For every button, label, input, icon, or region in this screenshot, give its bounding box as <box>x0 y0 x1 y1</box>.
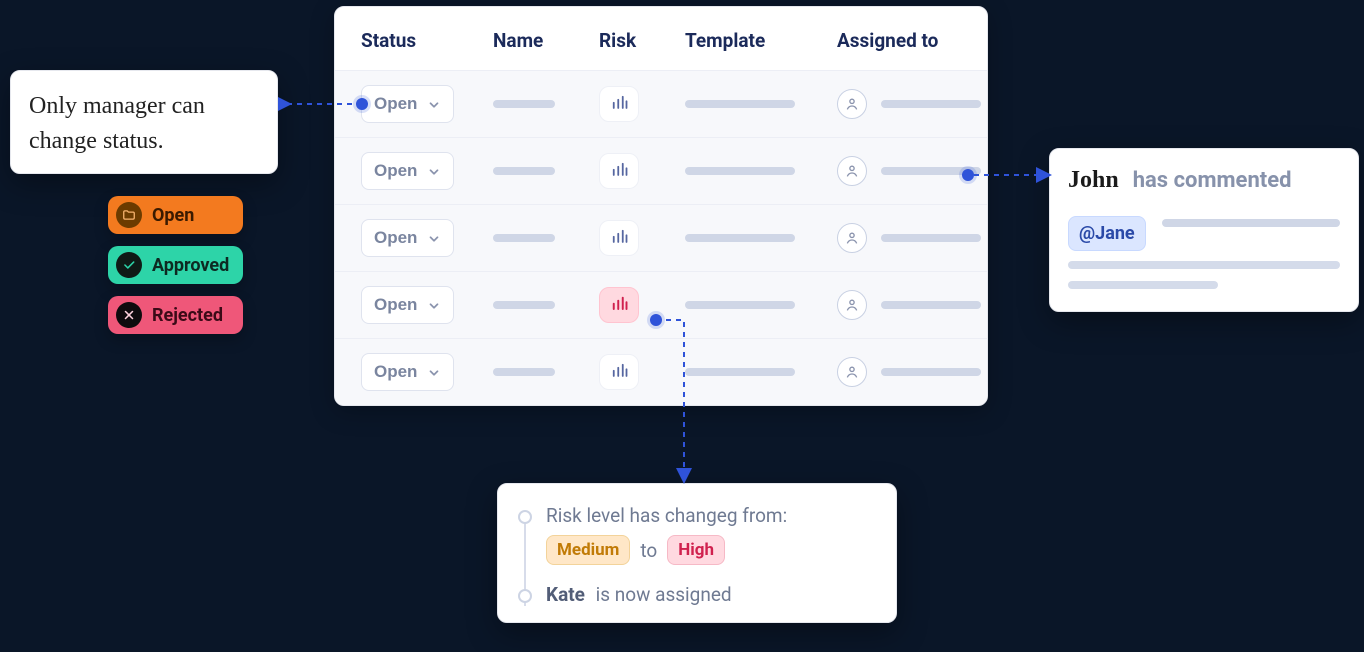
placeholder-text <box>685 167 795 175</box>
timeline-item-risk: Risk level has changeg from: Medium to H… <box>546 504 876 565</box>
col-header-status: Status <box>361 29 493 52</box>
activity-card: Risk level has changeg from: Medium to H… <box>497 483 897 623</box>
bar-chart-icon <box>610 93 628 115</box>
table-header-row: Status Name Risk Template Assigned to <box>335 7 987 70</box>
placeholder-text <box>493 167 555 175</box>
placeholder-text <box>685 234 795 242</box>
annotation-note: Only manager can change status. <box>10 70 278 174</box>
comment-body-placeholder <box>1068 261 1340 289</box>
status-dropdown[interactable]: Open <box>361 286 454 324</box>
check-circle-icon <box>116 252 142 278</box>
status-dropdown[interactable]: Open <box>361 353 454 391</box>
avatar-icon <box>837 357 867 387</box>
col-header-risk: Risk <box>599 29 685 52</box>
chevron-down-icon <box>427 97 441 111</box>
table-body: Open <box>335 70 987 405</box>
placeholder-text <box>1068 261 1340 269</box>
avatar-icon <box>837 223 867 253</box>
comment-card: John has commented @Jane <box>1049 148 1359 312</box>
comment-author: John <box>1068 167 1119 194</box>
col-header-name: Name <box>493 29 599 52</box>
comment-header: John has commented <box>1068 167 1340 194</box>
chip-label: Approved <box>152 255 229 276</box>
activity-risk-text: Risk level has changeg from: <box>546 504 787 527</box>
placeholder-text <box>685 301 795 309</box>
timeline: Risk level has changeg from: Medium to H… <box>518 504 876 606</box>
status-dropdown-label: Open <box>374 228 417 248</box>
placeholder-text <box>881 368 981 376</box>
placeholder-text <box>493 100 555 108</box>
avatar-icon <box>837 89 867 119</box>
status-dropdown-label: Open <box>374 295 417 315</box>
placeholder-text <box>1162 219 1340 227</box>
avatar-icon <box>837 290 867 320</box>
mention-chip[interactable]: @Jane <box>1068 216 1146 251</box>
status-chip-stack: Open Approved Rejected <box>108 196 243 334</box>
risk-badge <box>599 354 639 390</box>
placeholder-text <box>881 167 981 175</box>
risk-badge <box>599 153 639 189</box>
col-header-template: Template <box>685 29 837 52</box>
annotation-text: Only manager can change status. <box>29 93 205 154</box>
bar-chart-icon <box>610 160 628 182</box>
table-row: Open <box>335 70 987 137</box>
activity-risk-sep: to <box>640 539 657 562</box>
risk-badge-high <box>599 287 639 323</box>
timeline-dot-icon <box>518 510 532 524</box>
timeline-dot-icon <box>518 589 532 603</box>
risk-pill-high: High <box>667 535 725 565</box>
close-icon <box>116 302 142 328</box>
placeholder-text <box>493 368 555 376</box>
bar-chart-icon <box>610 294 628 316</box>
placeholder-text <box>493 234 555 242</box>
placeholder-text <box>493 301 555 309</box>
status-dropdown-label: Open <box>374 94 417 114</box>
table-row: Open <box>335 338 987 405</box>
placeholder-text <box>881 234 981 242</box>
table-row: Open <box>335 204 987 271</box>
status-dropdown-label: Open <box>374 161 417 181</box>
placeholder-text <box>685 368 795 376</box>
folder-icon <box>116 202 142 228</box>
table-card: Status Name Risk Template Assigned to Op… <box>334 6 988 406</box>
status-dropdown[interactable]: Open <box>361 219 454 257</box>
risk-badge <box>599 220 639 256</box>
activity-assign-name: Kate <box>546 583 585 606</box>
status-dropdown-label: Open <box>374 362 417 382</box>
bar-chart-icon <box>610 361 628 383</box>
status-chip-approved[interactable]: Approved <box>108 246 243 284</box>
bar-chart-icon <box>610 227 628 249</box>
table-row: Open <box>335 137 987 204</box>
col-header-assigned: Assigned to <box>837 29 988 52</box>
status-dropdown[interactable]: Open <box>361 152 454 190</box>
placeholder-text <box>881 100 981 108</box>
chevron-down-icon <box>427 298 441 312</box>
risk-pill-medium: Medium <box>546 535 630 565</box>
placeholder-text <box>881 301 981 309</box>
chip-label: Open <box>152 205 194 226</box>
status-chip-open[interactable]: Open <box>108 196 243 234</box>
table-row: Open <box>335 271 987 338</box>
chevron-down-icon <box>427 231 441 245</box>
risk-badge <box>599 86 639 122</box>
placeholder-text <box>685 100 795 108</box>
activity-assign-rest: is now assigned <box>596 583 732 606</box>
avatar-icon <box>837 156 867 186</box>
status-dropdown[interactable]: Open <box>361 85 454 123</box>
timeline-item-assign: Kate is now assigned <box>546 583 876 606</box>
chip-label: Rejected <box>152 305 223 326</box>
status-chip-rejected[interactable]: Rejected <box>108 296 243 334</box>
comment-verb: has commented <box>1133 168 1292 193</box>
chevron-down-icon <box>427 365 441 379</box>
placeholder-text <box>1068 281 1218 289</box>
chevron-down-icon <box>427 164 441 178</box>
